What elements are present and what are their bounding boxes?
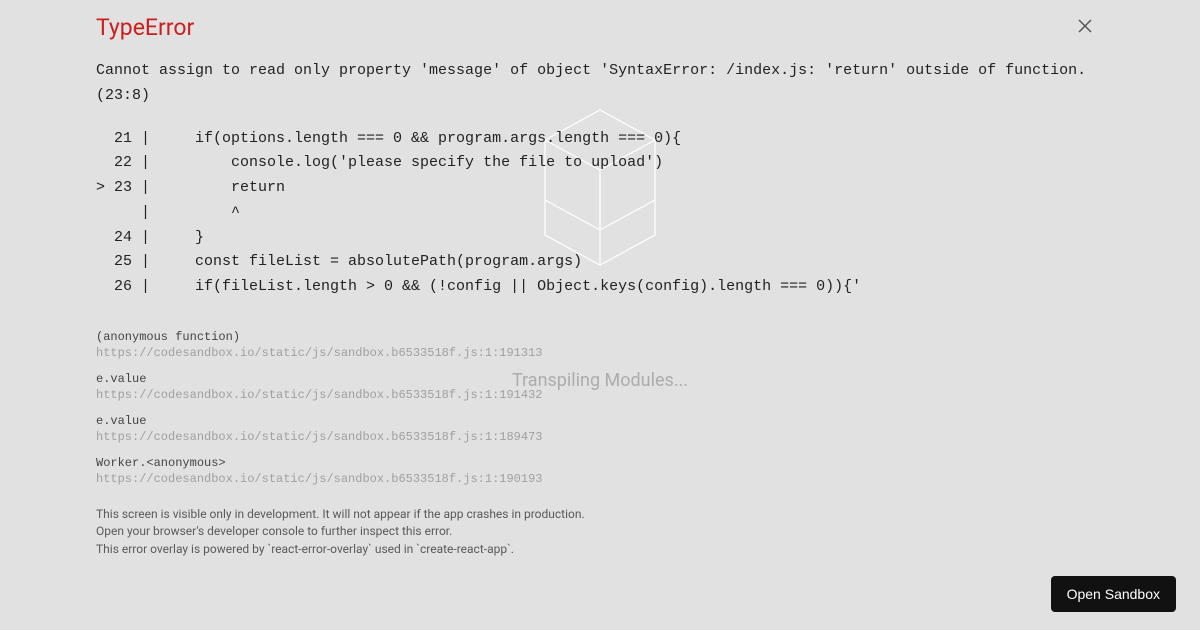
open-sandbox-button[interactable]: Open Sandbox [1051,576,1176,612]
overlay-footer: This screen is visible only in developme… [96,506,1104,558]
stack-frame-location[interactable]: https://codesandbox.io/static/js/sandbox… [96,346,1104,360]
stack-frame-name: e.value [96,372,1104,386]
stack-frame-name: Worker.<anonymous> [96,456,1104,470]
stack-frame-location[interactable]: https://codesandbox.io/static/js/sandbox… [96,430,1104,444]
stack-frame-name: e.value [96,414,1104,428]
stack-frame: e.value https://codesandbox.io/static/js… [96,372,1104,402]
stack-frame-name: (anonymous function) [96,330,1104,344]
code-frame: 21 | if(options.length === 0 && program.… [96,127,1104,300]
stack-frame-location[interactable]: https://codesandbox.io/static/js/sandbox… [96,388,1104,402]
stack-frame-location[interactable]: https://codesandbox.io/static/js/sandbox… [96,472,1104,486]
footer-line: This error overlay is powered by `react-… [96,541,1104,558]
close-icon [1078,19,1092,33]
stack-frame: e.value https://codesandbox.io/static/js… [96,414,1104,444]
error-title: TypeError [96,14,1104,41]
close-button[interactable] [1078,18,1092,32]
footer-line: Open your browser's developer console to… [96,523,1104,540]
stack-frame: (anonymous function) https://codesandbox… [96,330,1104,360]
error-message: Cannot assign to read only property 'mes… [96,59,1104,109]
stack-trace: (anonymous function) https://codesandbox… [96,330,1104,486]
footer-line: This screen is visible only in developme… [96,506,1104,523]
stack-frame: Worker.<anonymous> https://codesandbox.i… [96,456,1104,486]
error-overlay: TypeError Cannot assign to read only pro… [0,0,1200,630]
